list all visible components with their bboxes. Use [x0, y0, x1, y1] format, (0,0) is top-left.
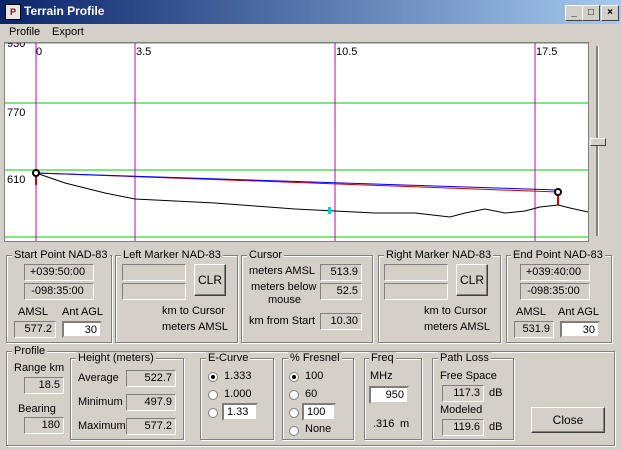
fresnel-radio-custom[interactable]	[289, 408, 299, 418]
range-label: Range km	[14, 362, 65, 374]
start-amsl-label: AMSL	[18, 306, 48, 318]
fresnel-radio-none[interactable]	[289, 426, 299, 436]
x-tick-17.5: 17.5	[536, 46, 557, 58]
height-avg-label: Average	[78, 372, 119, 384]
right-marker-lat	[384, 264, 448, 281]
right-marker-clr-button[interactable]: CLR	[456, 264, 488, 296]
terrain-plot-svg[interactable]: 930 770 610 0 3.5 10.5 17.5	[5, 43, 588, 241]
freq-wavelength-unit: m	[400, 418, 410, 430]
freq-input[interactable]: 950	[369, 386, 409, 404]
y-label-770: 770	[7, 107, 25, 119]
cursor-km-value: 10.30	[320, 313, 362, 330]
menu-bar: Profile Export	[0, 24, 621, 42]
menu-profile[interactable]: Profile	[9, 26, 40, 38]
right-marker-lon	[384, 283, 448, 300]
left-marker-clr-button[interactable]: CLR	[194, 264, 226, 296]
free-space-label: Free Space	[440, 370, 497, 382]
start-amsl-value: 577.2	[14, 321, 56, 338]
height-title: Height (meters)	[76, 352, 156, 364]
modeled-value: 119.6	[442, 419, 484, 436]
fresnel-radio-100[interactable]	[289, 372, 299, 382]
bearing-value: 180	[24, 417, 64, 434]
free-space-value: 117.3	[442, 385, 484, 402]
cursor-below-value: 52.5	[320, 283, 362, 300]
start-agl-input[interactable]: 30	[62, 321, 102, 338]
ecurve-radio-custom[interactable]	[208, 408, 218, 418]
y-label-610: 610	[7, 174, 25, 186]
right-marker-m-label: meters AMSL	[424, 321, 491, 333]
cursor-marker	[328, 207, 331, 214]
ecurve-opt1-label: 1.333	[224, 370, 252, 382]
end-agl-label: Ant AGL	[558, 306, 599, 318]
title-bar[interactable]: P Terrain Profile _ □ ×	[0, 0, 621, 24]
left-marker-lon	[122, 283, 186, 300]
left-marker-lat	[122, 264, 186, 281]
modeled-unit: dB	[489, 421, 503, 433]
freq-wavelength: .316	[373, 418, 395, 430]
end-lat: +039:40:00	[520, 264, 590, 281]
left-marker-title: Left Marker NAD-83	[121, 249, 223, 261]
ecurve-title: E-Curve	[206, 352, 251, 364]
y-label-930: 930	[7, 43, 25, 50]
x-tick-3.5: 3.5	[136, 46, 151, 58]
fresnel-title: % Fresnel	[288, 352, 342, 364]
end-point-title: End Point NAD-83	[511, 249, 605, 261]
free-space-unit: dB	[489, 387, 503, 399]
bearing-label: Bearing	[18, 403, 56, 415]
menu-export[interactable]: Export	[52, 26, 84, 38]
range-value: 18.5	[24, 377, 64, 394]
end-antenna-point	[554, 188, 562, 196]
cursor-below-label: meters below	[251, 281, 317, 293]
cursor-km-label: km from Start	[249, 315, 316, 327]
freq-unit-label: MHz	[370, 370, 393, 382]
fresnel-custom-input[interactable]: 100	[302, 403, 336, 421]
ecurve-opt2-label: 1.000	[224, 388, 252, 400]
start-point-title: Start Point NAD-83	[12, 249, 110, 261]
cursor-title: Cursor	[247, 249, 285, 261]
end-amsl-label: AMSL	[516, 306, 546, 318]
end-agl-input[interactable]: 30	[560, 321, 600, 338]
window-title: Terrain Profile	[24, 4, 105, 18]
height-max-value: 577.2	[126, 418, 176, 435]
height-min-value: 497.9	[126, 394, 176, 411]
close-window-button[interactable]: ×	[601, 5, 619, 21]
fresnel-radio-60[interactable]	[289, 390, 299, 400]
end-lon: -098:35:00	[520, 283, 590, 300]
pathloss-title: Path Loss	[438, 352, 491, 364]
cursor-mouse-label: mouse	[268, 294, 302, 306]
cursor-amsl-value: 513.9	[320, 264, 362, 281]
minimize-button[interactable]: _	[565, 5, 583, 21]
left-marker-km-label: km to Cursor	[162, 305, 225, 317]
x-tick-0: 0	[36, 46, 42, 58]
left-marker-m-label: meters AMSL	[162, 321, 229, 333]
x-tick-10.5: 10.5	[336, 46, 357, 58]
profile-title: Profile	[12, 345, 48, 357]
freq-title: Freq	[369, 352, 396, 364]
height-max-label: Maximum	[78, 420, 126, 432]
zoom-slider-thumb[interactable]	[590, 138, 606, 146]
fresnel-opt2-label: 60	[305, 388, 318, 400]
start-antenna-point	[32, 169, 40, 177]
height-min-label: Minimum	[78, 396, 123, 408]
height-avg-value: 522.7	[126, 370, 176, 387]
radio-path-line	[35, 172, 559, 191]
cursor-amsl-label: meters AMSL	[249, 265, 316, 277]
terrain-profile-line	[35, 172, 588, 218]
close-button[interactable]: Close	[531, 407, 605, 433]
right-marker-km-label: km to Cursor	[424, 305, 487, 317]
fresnel-opt4-label: None	[305, 423, 332, 435]
start-agl-label: Ant AGL	[62, 306, 103, 318]
modeled-label: Modeled	[440, 404, 483, 416]
terrain-plot[interactable]: 930 770 610 0 3.5 10.5 17.5	[4, 42, 589, 242]
right-marker-title: Right Marker NAD-83	[384, 249, 494, 261]
app-icon[interactable]: P	[5, 4, 21, 20]
fresnel-opt1-label: 100	[305, 370, 324, 382]
maximize-button[interactable]: □	[582, 5, 600, 21]
ecurve-radio-1000[interactable]	[208, 390, 218, 400]
start-lon: -098:35:00	[24, 283, 94, 300]
ecurve-custom-input[interactable]: 1.33	[222, 403, 258, 421]
start-lat: +039:50:00	[24, 264, 94, 281]
end-amsl-value: 531.9	[514, 321, 554, 338]
ecurve-radio-1333[interactable]	[208, 372, 218, 382]
